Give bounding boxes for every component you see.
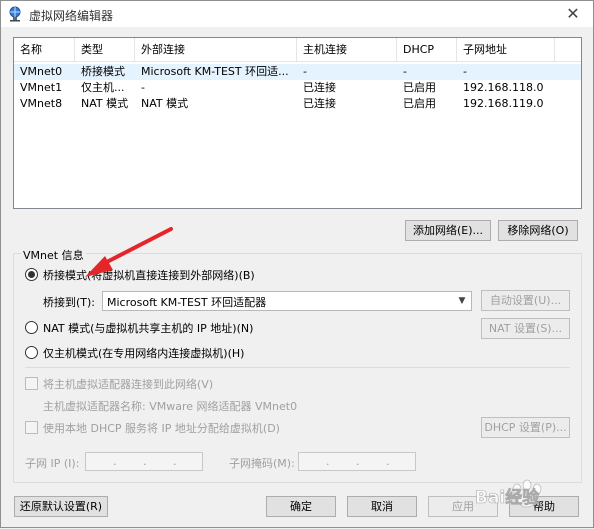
- table-cell: VMnet8: [20, 97, 63, 110]
- dhcp-settings-button[interactable]: DHCP 设置(P)...: [481, 417, 570, 438]
- window-title: 虚拟网络编辑器: [29, 9, 114, 23]
- vmnet-info-legend: VMnet 信息: [21, 247, 86, 263]
- column-header-type[interactable]: 类型: [75, 38, 135, 62]
- virtual-network-editor-window: 虚拟网络编辑器 ✕ 名称 类型 外部连接 主机连接 DHCP 子网地址 VMne…: [0, 0, 594, 528]
- host-only-mode-radio[interactable]: [25, 346, 38, 359]
- connect-host-adapter-label[interactable]: 将主机虚拟适配器连接到此网络(V): [43, 376, 213, 392]
- ip-dot: .: [386, 455, 390, 468]
- column-header-external[interactable]: 外部连接: [135, 38, 297, 62]
- use-dhcp-label[interactable]: 使用本地 DHCP 服务将 IP 地址分配给虚拟机(D): [43, 420, 280, 436]
- close-icon[interactable]: ✕: [559, 3, 587, 25]
- ip-dot: .: [113, 455, 117, 468]
- cancel-button[interactable]: 取消: [347, 496, 417, 517]
- subnet-ip-input[interactable]: . . .: [85, 452, 203, 471]
- chevron-down-icon[interactable]: ▼: [456, 294, 468, 308]
- table-cell: -: [463, 65, 467, 78]
- paw-logo-icon: Bai经验: [475, 479, 542, 508]
- column-header-host[interactable]: 主机连接: [297, 38, 397, 62]
- column-header-subnet[interactable]: 子网地址: [457, 38, 555, 62]
- nat-mode-radio[interactable]: [25, 321, 38, 334]
- subnet-ip-label: 子网 IP (I):: [25, 457, 80, 470]
- title-bar: 虚拟网络编辑器 ✕: [1, 1, 593, 27]
- bridged-mode-radio[interactable]: [25, 268, 38, 281]
- table-cell: Microsoft KM-TEST 环回适...: [141, 65, 289, 78]
- table-cell: VMnet1: [20, 81, 63, 94]
- ip-dot: .: [143, 455, 147, 468]
- vmnet-info-group: [13, 253, 582, 483]
- bridge-to-label: 桥接到(T):: [43, 296, 96, 309]
- restore-defaults-button[interactable]: 还原默认设置(R): [14, 496, 108, 517]
- table-row[interactable]: VMnet0 桥接模式 Microsoft KM-TEST 环回适... - -…: [14, 64, 581, 80]
- add-network-button[interactable]: 添加网络(E)...: [405, 220, 491, 241]
- ip-dot: .: [173, 455, 177, 468]
- table-cell: -: [403, 65, 407, 78]
- baidu-watermark: Bai经验: [471, 471, 591, 521]
- table-cell: 已启用: [403, 97, 436, 110]
- table-cell: 已启用: [403, 81, 436, 94]
- table-row[interactable]: VMnet8 NAT 模式 NAT 模式 已连接 已启用 192.168.119…: [14, 96, 581, 112]
- connect-host-adapter-checkbox[interactable]: [25, 377, 38, 390]
- host-only-mode-label[interactable]: 仅主机模式(在专用网络内连接虚拟机)(H): [43, 345, 244, 361]
- separator: [25, 367, 570, 368]
- table-cell: VMnet0: [20, 65, 63, 78]
- table-cell: 192.168.119.0: [463, 97, 544, 110]
- bridge-to-select[interactable]: Microsoft KM-TEST 环回适配器 ▼: [102, 291, 472, 311]
- table-cell: -: [303, 65, 307, 78]
- ok-button[interactable]: 确定: [266, 496, 336, 517]
- network-globe-icon: [9, 6, 21, 22]
- column-header-dhcp[interactable]: DHCP: [397, 38, 457, 62]
- table-cell: NAT 模式: [141, 97, 189, 110]
- remove-network-button[interactable]: 移除网络(O): [498, 220, 578, 241]
- table-row[interactable]: VMnet1 仅主机... - 已连接 已启用 192.168.118.0: [14, 80, 581, 96]
- network-list[interactable]: 名称 类型 外部连接 主机连接 DHCP 子网地址 VMnet0 桥接模式 Mi…: [13, 37, 582, 209]
- list-header: 名称 类型 外部连接 主机连接 DHCP 子网地址: [14, 38, 581, 62]
- subnet-mask-label: 子网掩码(M):: [229, 457, 295, 470]
- table-cell: -: [141, 81, 145, 94]
- column-header-name[interactable]: 名称: [14, 38, 75, 62]
- bridged-mode-label[interactable]: 桥接模式(将虚拟机直接连接到外部网络)(B): [43, 267, 255, 283]
- nat-mode-label[interactable]: NAT 模式(与虚拟机共享主机的 IP 地址)(N): [43, 320, 253, 336]
- table-cell: 已连接: [303, 97, 336, 110]
- ip-dot: .: [356, 455, 360, 468]
- subnet-mask-input[interactable]: . . .: [298, 452, 416, 471]
- table-cell: 192.168.118.0: [463, 81, 544, 94]
- table-cell: NAT 模式: [81, 97, 129, 110]
- table-cell: 仅主机...: [81, 81, 125, 94]
- use-dhcp-checkbox[interactable]: [25, 421, 38, 434]
- ip-dot: .: [326, 455, 330, 468]
- auto-settings-button[interactable]: 自动设置(U)...: [481, 290, 570, 311]
- nat-settings-button[interactable]: NAT 设置(S)...: [481, 318, 570, 339]
- table-cell: 桥接模式: [81, 65, 125, 78]
- table-cell: 已连接: [303, 81, 336, 94]
- host-adapter-name-label: 主机虚拟适配器名称: VMware 网络适配器 VMnet0: [43, 400, 298, 413]
- bridge-to-value: Microsoft KM-TEST 环回适配器: [107, 296, 267, 309]
- watermark-text: Bai经验: [475, 487, 540, 508]
